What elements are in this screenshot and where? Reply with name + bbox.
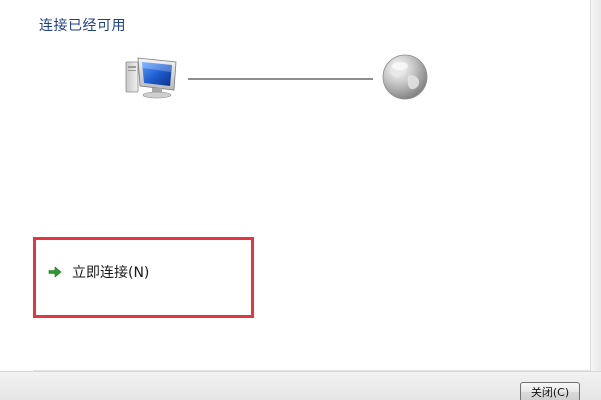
globe-icon [382,54,428,100]
status-title: 连接已经可用 [39,18,126,34]
window-right-edge [590,0,601,400]
connection-line [188,78,373,80]
green-arrow-icon [48,266,62,278]
connection-window: 连接已经可用 立即连接(N) 关闭(C) [0,0,601,400]
close-button[interactable]: 关闭(C) [520,382,580,400]
connect-now-label: 立即连接(N) [72,265,150,281]
computer-icon [125,57,177,99]
connect-now-link[interactable]: 立即连接(N) [47,261,149,283]
left-margin [0,0,33,370]
bottom-button-bar [0,371,601,400]
